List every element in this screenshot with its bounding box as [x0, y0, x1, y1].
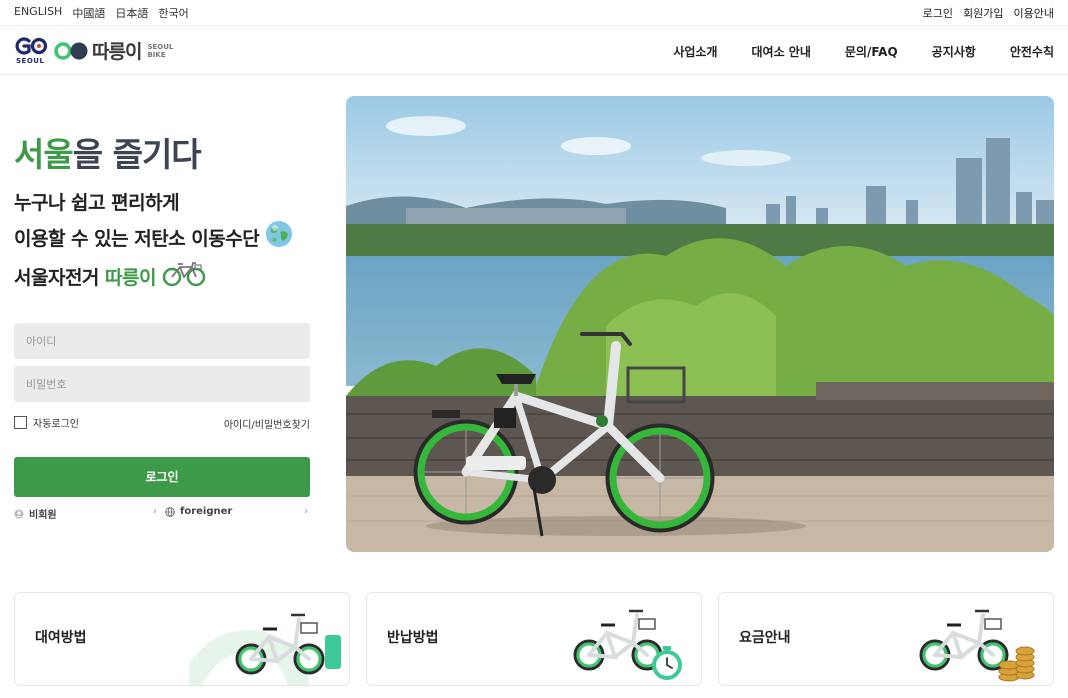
nav-stations[interactable]: 대여소 안내 [751, 43, 810, 60]
main-header: SEOUL 따릉이 SEOUL BIKE 사업소개 대여소 안내 문의/FAQ … [0, 27, 1068, 75]
hero-title-rest: 을 즐기다 [72, 135, 202, 174]
auto-login-checkbox[interactable]: 자동로그인 [14, 415, 79, 430]
bike-with-coins-icon [919, 609, 1035, 682]
lang-korean-link[interactable]: 한국어 [158, 5, 188, 21]
auto-login-label: 자동로그인 [33, 419, 79, 430]
hero-desc-line1-text: 누구나 쉽고 편리하게 [14, 192, 180, 214]
seoul-logo-text: SEOUL [16, 57, 45, 65]
usage-guide-link[interactable]: 이용안내 [1014, 5, 1054, 21]
bike-with-phone-icon [189, 613, 341, 685]
card-return-label: 반납방법 [387, 630, 439, 646]
password-input[interactable] [14, 366, 310, 402]
lang-english-link[interactable]: ENGLISH [14, 5, 62, 21]
lang-chinese-link[interactable]: 中國語 [72, 5, 105, 21]
hero-desc-brand: 따릉이 [105, 267, 156, 289]
ttareungi-wheels-icon [54, 41, 88, 60]
nav-about[interactable]: 사업소개 [673, 43, 717, 60]
nav-safety[interactable]: 안전수칙 [1010, 43, 1054, 60]
card-fee-label: 요금안내 [739, 630, 791, 646]
card-fee-guide[interactable]: 요금안내 [718, 592, 1054, 686]
globe-small-icon [165, 506, 175, 517]
lang-japanese-link[interactable]: 日本語 [115, 5, 148, 21]
guest-link[interactable]: 비회원 [14, 506, 57, 521]
card-rent-guide[interactable]: 대여방법 [14, 592, 350, 686]
find-id-password-link[interactable]: 아이디/비밀번호찾기 [224, 416, 310, 431]
globe-icon [265, 220, 293, 259]
foreigner-link-label: foreigner [180, 506, 233, 517]
hero-title-accent: 서울 [14, 135, 74, 174]
hero-desc-line2-text: 이용할 수 있는 저탄소 이동수단 [14, 228, 260, 250]
chevron-right-icon: › [304, 506, 308, 517]
nav-faq[interactable]: 문의/FAQ [845, 43, 898, 60]
ttareungi-logo[interactable]: 따릉이 SEOUL BIKE [54, 37, 173, 64]
foreigner-link[interactable]: foreigner [165, 506, 232, 517]
hero-bike-photo [346, 96, 1054, 552]
hero-desc-line1: 누구나 쉽고 편리하게 [14, 186, 293, 220]
hero-description: 누구나 쉽고 편리하게 이용할 수 있는 저탄소 이동수단 서울자전거 따릉이 [14, 186, 293, 298]
hero-desc-line3-text: 서울자전거 [14, 267, 106, 289]
main-nav: 사업소개 대여소 안내 문의/FAQ 공지사항 안전수칙 [673, 43, 1054, 60]
signup-link[interactable]: 회원가입 [963, 5, 1003, 21]
seoul-logo[interactable]: SEOUL [14, 36, 48, 66]
hero-desc-line2: 이용할 수 있는 저탄소 이동수단 [14, 220, 293, 259]
id-input[interactable] [14, 323, 310, 359]
bicycle-emoji-icon [162, 259, 206, 298]
login-sub-links: 비회원 › foreigner › [14, 506, 310, 521]
brand-sub-line1: SEOUL [147, 42, 174, 51]
seoul-go-logo-icon [15, 37, 48, 55]
top-utility-bar: ENGLISH 中國語 日本語 한국어 로그인 회원가입 이용안내 [0, 0, 1068, 26]
language-selector: ENGLISH 中國語 日本語 한국어 [14, 5, 189, 21]
brand-sub: SEOUL BIKE [147, 43, 173, 59]
top-login-link[interactable]: 로그인 [923, 5, 953, 21]
login-button[interactable]: 로그인 [14, 457, 310, 497]
bike-with-clock-icon [573, 609, 682, 680]
brand-sub-line2: BIKE [147, 50, 166, 59]
user-icon [14, 509, 24, 518]
chevron-right-icon: › [153, 506, 157, 517]
card-return-guide[interactable]: 반납방법 [366, 592, 702, 686]
checkbox-box[interactable] [14, 416, 27, 429]
brand-name: 따릉이 [92, 41, 142, 63]
account-links: 로그인 회원가입 이용안내 [923, 5, 1054, 21]
hero-title: 서울을 즐기다 [14, 128, 202, 176]
card-rent-label: 대여방법 [35, 630, 87, 646]
nav-notice[interactable]: 공지사항 [932, 43, 976, 60]
guest-link-label: 비회원 [29, 510, 57, 521]
hero-desc-line3: 서울자전거 따릉이 [14, 259, 293, 298]
